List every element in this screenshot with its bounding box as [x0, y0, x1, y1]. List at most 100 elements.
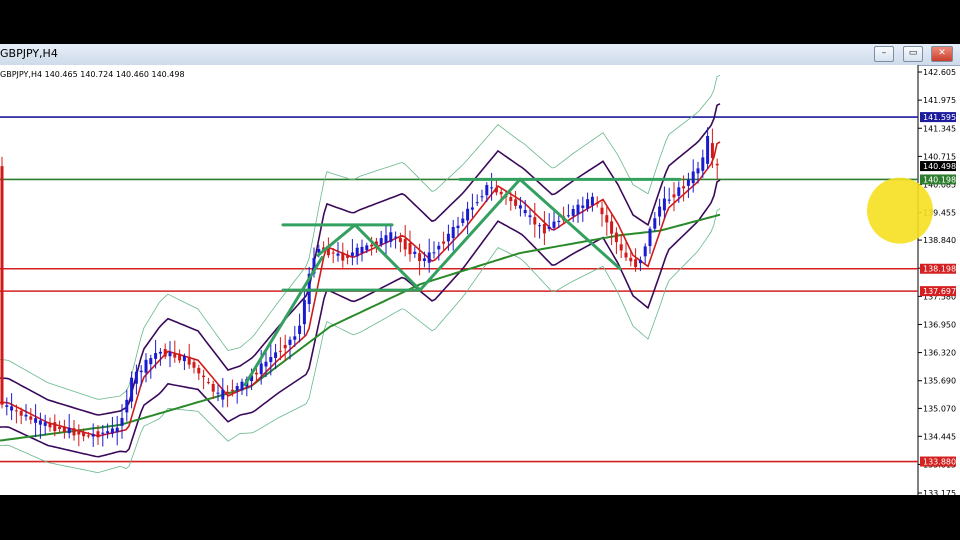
candle-body — [403, 239, 407, 250]
candle-body — [701, 157, 705, 171]
candle-body — [394, 236, 398, 238]
candle-body — [398, 237, 402, 243]
candle-body — [24, 414, 28, 417]
restore-button[interactable]: ▭ — [903, 46, 923, 62]
y-tick-label: 135.690 — [923, 377, 956, 386]
candle-body — [264, 361, 268, 367]
candle-body — [499, 191, 503, 195]
candle-body — [629, 257, 633, 262]
candle-body — [149, 358, 153, 365]
candle-body — [379, 238, 383, 245]
candle-body — [259, 363, 263, 375]
price-tag-label: 138.198 — [923, 265, 956, 274]
ohlc-info-label: GBPJPY,H4 140.465 140.724 140.460 140.49… — [0, 70, 185, 79]
y-tick-label: 142.605 — [923, 68, 956, 77]
candle-body — [451, 227, 455, 239]
candle-body — [14, 410, 18, 412]
window-title: GBPJPY,H4 — [0, 47, 58, 60]
candle-body — [48, 423, 52, 428]
candle-body — [125, 399, 129, 413]
candle-body — [0, 166, 4, 405]
price-tag-label: 137.697 — [923, 287, 956, 296]
candle-body — [331, 252, 335, 254]
candle-body — [389, 232, 393, 242]
candle-body — [542, 223, 546, 234]
y-tick-label: 140.715 — [923, 152, 956, 161]
candle-body — [221, 389, 225, 400]
candle-body — [226, 391, 230, 394]
candle-body — [350, 252, 354, 256]
candle-body — [547, 226, 551, 229]
candle-body — [360, 246, 364, 253]
candle-body — [115, 427, 119, 433]
candle-body — [91, 434, 95, 437]
candle-body — [686, 179, 690, 186]
cursor-highlight — [867, 177, 933, 244]
candle-body — [202, 375, 206, 378]
candle-body — [490, 187, 494, 189]
candle-body — [638, 260, 642, 264]
candle-body — [197, 367, 201, 374]
candle-body — [182, 355, 186, 362]
candle-body — [168, 352, 172, 357]
candle-body — [480, 196, 484, 198]
price-tag-label: 141.595 — [923, 113, 956, 122]
candle-body — [283, 344, 287, 349]
candle-body — [413, 251, 417, 254]
candle-body — [34, 418, 38, 423]
candle-body — [235, 386, 239, 391]
chart-canvas[interactable]: GBPJPY,H4 140.465 140.724 140.460 140.49… — [0, 65, 960, 498]
candle-body — [475, 202, 479, 204]
candle-body — [571, 209, 575, 216]
candle-body — [552, 221, 556, 228]
candle-body — [581, 205, 585, 208]
y-tick-label: 141.975 — [923, 96, 956, 105]
candle-body — [595, 202, 599, 204]
candle-body — [624, 252, 628, 258]
candle-body — [677, 187, 681, 196]
candle-body — [163, 348, 167, 357]
candle-body — [82, 432, 86, 437]
candle-body — [274, 352, 278, 358]
y-tick-label: 138.840 — [923, 236, 956, 245]
candle-body — [634, 259, 638, 268]
candle-body — [566, 215, 570, 217]
price-tag-label: 140.198 — [923, 175, 956, 184]
candle-body — [38, 420, 42, 425]
price-tag-label: 133.880 — [923, 458, 956, 467]
minimize-button[interactable]: – — [874, 46, 894, 62]
chart-titlebar[interactable]: GBPJPY,H4 – ▭ ✕ — [0, 44, 960, 66]
candle-body — [658, 206, 662, 217]
candle-body — [470, 207, 474, 210]
close-button[interactable]: ✕ — [931, 46, 953, 62]
candle-body — [523, 210, 527, 214]
candle-body — [53, 422, 57, 432]
candle-body — [110, 428, 114, 434]
candle-body — [437, 245, 441, 250]
candle-body — [533, 217, 537, 225]
candle-body — [130, 377, 134, 402]
candle-body — [67, 427, 71, 434]
candle-body — [43, 422, 47, 426]
candle-body — [509, 197, 513, 202]
price-chart[interactable]: GBPJPY,H4 140.465 140.724 140.460 140.49… — [0, 65, 960, 498]
y-tick-label: 136.950 — [923, 320, 956, 329]
candle-body — [206, 382, 210, 384]
candle-body — [586, 199, 590, 209]
candle-body — [134, 371, 138, 384]
candle-body — [336, 253, 340, 256]
candle-body — [158, 351, 162, 354]
candle-body — [187, 356, 191, 365]
candle-body — [293, 336, 297, 340]
candle-body — [288, 339, 292, 345]
candle-body — [715, 163, 719, 166]
candle-body — [5, 405, 9, 407]
candle-body — [346, 254, 350, 258]
candle-body — [432, 252, 436, 254]
y-tick-label: 136.320 — [923, 349, 956, 358]
candle-body — [240, 381, 244, 391]
candle-body — [643, 246, 647, 257]
candle-body — [408, 242, 412, 255]
candle-body — [619, 244, 623, 251]
candle-body — [442, 241, 446, 244]
